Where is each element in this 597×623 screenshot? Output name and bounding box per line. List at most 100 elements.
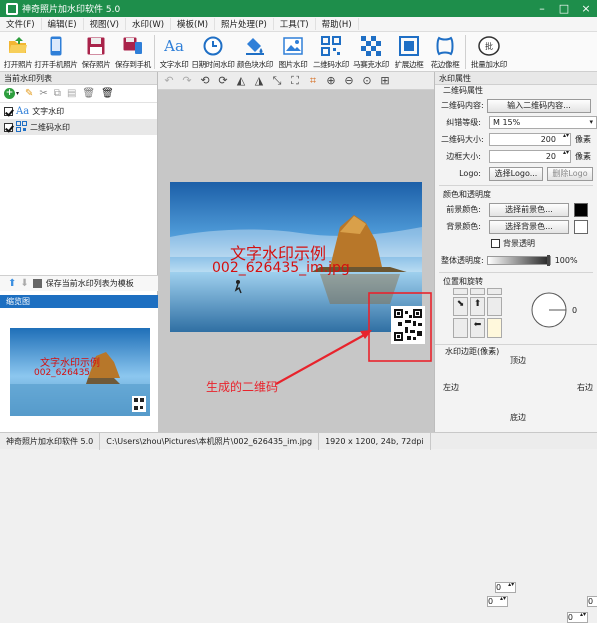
extend-border-button[interactable]: 扩展边框	[391, 32, 427, 72]
watermark-properties-panel: 水印属性 二维码属性 二维码内容: 输入二维码内容... 纠错等级: M 15%…	[434, 72, 597, 623]
watermark-item-qrcode[interactable]: 二维码水印	[0, 119, 157, 135]
mosaic-icon	[360, 35, 382, 57]
paint-bucket-icon	[244, 35, 266, 57]
position-bottom-right[interactable]	[487, 318, 502, 338]
menu-photo[interactable]: 照片处理(P)	[215, 18, 274, 30]
batch-watermark-button[interactable]: 批 批量加水印	[468, 32, 510, 72]
position-middle-right[interactable]	[487, 296, 502, 317]
qrcode-icon	[16, 120, 27, 134]
qr-size-label: 二维码大小:	[441, 135, 484, 144]
save-photo-button[interactable]: 保存照片	[78, 32, 114, 72]
menu-edit[interactable]: 编辑(E)	[42, 18, 84, 30]
delete-icon[interactable]: 🗑	[82, 88, 95, 99]
watermark-list-panel: 当前水印列表 + ▾ ✎ ✂ ⧉ ▤ 🗑 🗑 Aa 文字水印 二维码水印 ⬆ ⬇…	[0, 72, 158, 432]
move-up-icon[interactable]: ⬆	[8, 278, 16, 289]
rotation-value: 0	[572, 306, 578, 315]
ecc-level-value: M 15%	[493, 118, 521, 127]
text-watermark-button[interactable]: Aa 文字水印	[157, 32, 191, 72]
divider	[435, 344, 597, 345]
position-top-center[interactable]	[470, 288, 485, 295]
remove-logo-button[interactable]: 删除Logo	[547, 166, 593, 181]
lace-frame-button[interactable]: 花边像框	[427, 32, 463, 72]
copy-icon[interactable]: ⧉	[54, 88, 61, 99]
image-watermark-button[interactable]: 图片水印	[275, 32, 311, 72]
select-logo-button[interactable]: 选择Logo...	[489, 166, 543, 181]
menu-file[interactable]: 文件(F)	[0, 18, 42, 30]
watermark-checkbox[interactable]	[4, 122, 13, 132]
clock-icon	[202, 35, 224, 57]
save-to-phone-button[interactable]: 保存到手机	[114, 32, 152, 72]
position-middle-left[interactable]: ⬊	[453, 296, 468, 317]
margin-bottom-stepper[interactable]: 0	[566, 612, 588, 623]
maximize-button[interactable]: □	[553, 0, 575, 17]
move-down-icon[interactable]: ⬇	[20, 278, 28, 289]
rotation-dial[interactable]	[529, 290, 569, 330]
watermark-item-text[interactable]: Aa 文字水印	[0, 103, 157, 119]
text-aa-icon: Aa	[16, 105, 30, 117]
menu-watermark[interactable]: 水印(W)	[126, 18, 172, 30]
position-center[interactable]: ⬆	[470, 296, 485, 317]
add-icon[interactable]: +	[4, 88, 15, 99]
qrcode-watermark-button[interactable]: 二维码水印	[311, 32, 351, 72]
batch-icon: 批	[478, 35, 500, 57]
menu-view[interactable]: 视图(V)	[84, 18, 126, 30]
menu-help[interactable]: 帮助(H)	[316, 18, 359, 30]
margin-left-stepper[interactable]: 0	[486, 596, 509, 607]
margin-right-stepper[interactable]: 0	[586, 596, 597, 607]
position-top-right[interactable]	[487, 288, 502, 295]
watermark-checkbox[interactable]	[4, 106, 13, 116]
position-bottom-center[interactable]: ⬅	[470, 318, 485, 338]
text-aa-icon: Aa	[164, 37, 184, 55]
arrow-left-icon: ⬅	[473, 320, 482, 331]
dropdown-arrow-icon[interactable]: ▾	[16, 90, 19, 97]
bg-color-label: 背景颜色:	[446, 222, 481, 231]
app-icon	[6, 2, 18, 15]
title-bar: 神奇照片加水印软件 5.0 – □ ×	[0, 0, 597, 17]
margin-right-label: 右边	[577, 383, 593, 392]
position-top-left[interactable]	[453, 288, 468, 295]
select-fg-color-button[interactable]: 选择前景色...	[489, 202, 569, 217]
menu-tools[interactable]: 工具(T)	[274, 18, 316, 30]
edit-pencil-icon[interactable]: ✎	[25, 88, 33, 99]
fg-color-swatch[interactable]	[574, 202, 588, 217]
margin-top-stepper[interactable]: 0	[495, 582, 517, 593]
menu-template[interactable]: 模板(M)	[171, 18, 216, 30]
opacity-slider-handle[interactable]	[546, 255, 550, 266]
input-qr-content-button[interactable]: 输入二维码内容...	[487, 98, 591, 113]
minimize-button[interactable]: –	[531, 0, 553, 17]
thumbnail-area[interactable]: 文字水印示例 002_626435	[0, 308, 158, 432]
mosaic-watermark-button[interactable]: 马赛克水印	[351, 32, 391, 72]
qrcode-icon	[320, 35, 342, 57]
window-title: 神奇照片加水印软件 5.0	[22, 5, 121, 15]
bg-color-swatch[interactable]	[574, 219, 588, 234]
divider	[439, 185, 593, 186]
margin-bottom-label: 底边	[510, 413, 526, 422]
position-bottom-left[interactable]	[453, 318, 468, 338]
opacity-slider[interactable]	[486, 255, 551, 266]
margin-left-label: 左边	[443, 383, 459, 392]
bg-transparent-checkbox[interactable]	[491, 239, 500, 248]
open-photo-button[interactable]: 打开照片	[2, 32, 34, 72]
border-size-stepper[interactable]: 20	[489, 150, 571, 163]
ecc-level-select[interactable]: M 15% ▾	[489, 116, 597, 129]
canvas-area[interactable]: ↶ ↷ ⟲ ⟳ ◭ ◮ ⤡ ⛶ ⌗ ⊕ ⊖ ⊙ ⊞ 文字水印示例 002_626…	[158, 72, 434, 432]
paste-icon[interactable]: ▤	[67, 88, 76, 99]
qr-size-stepper[interactable]: 200	[489, 133, 571, 146]
qr-size-unit: 像素	[575, 135, 591, 144]
color-block-watermark-button[interactable]: 颜色块水印	[235, 32, 275, 72]
thumbnail-watermark-text: 文字水印示例	[40, 358, 100, 369]
close-button[interactable]: ×	[575, 0, 597, 17]
save-template-button[interactable]: 保存当前水印列表为模板	[46, 278, 134, 289]
datetime-watermark-button[interactable]: 日期时间水印	[191, 32, 235, 72]
annotation-label: 生成的二维码	[206, 380, 279, 394]
border-size-label: 边框大小:	[446, 152, 481, 161]
bg-transparent-label: 背景透明	[503, 239, 535, 248]
select-bg-color-button[interactable]: 选择背景色...	[489, 219, 569, 234]
cut-icon[interactable]: ✂	[39, 88, 47, 99]
arrow-down-right-icon: ⬊	[456, 298, 465, 309]
clear-icon[interactable]: 🗑	[101, 88, 114, 99]
opacity-label: 整体透明度:	[441, 256, 484, 265]
open-phone-photo-button[interactable]: 打开手机照片	[34, 32, 78, 72]
watermark-item-label: 二维码水印	[30, 122, 70, 132]
border-size-unit: 像素	[575, 152, 591, 161]
